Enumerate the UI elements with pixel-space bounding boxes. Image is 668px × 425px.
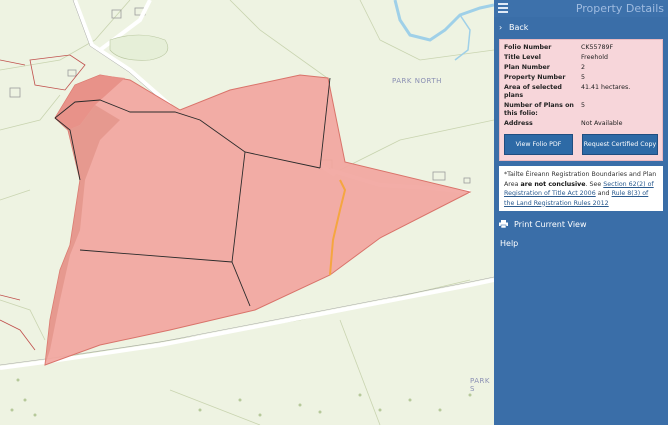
- back-label: Back: [509, 22, 529, 32]
- detail-key: Address: [504, 120, 533, 127]
- detail-key: Title Level: [504, 54, 541, 61]
- map-canvas[interactable]: [0, 0, 494, 425]
- detail-row: Title Level Freehold: [504, 54, 658, 64]
- detail-key: Property Number: [504, 74, 566, 81]
- detail-row: Number of Plans on this folio: 5: [504, 102, 658, 120]
- detail-row: Property Number 5: [504, 74, 658, 84]
- detail-value: 41.41 hectares.: [581, 84, 631, 91]
- request-certified-copy-button[interactable]: Request Certified Copy: [582, 134, 658, 155]
- view-folio-pdf-button[interactable]: View Folio PDF: [504, 134, 573, 155]
- detail-value: Not Available: [581, 120, 623, 127]
- panel-title: Property Details: [575, 2, 664, 15]
- detail-row: Plan Number 2: [504, 64, 658, 74]
- detail-value: 5: [581, 74, 586, 81]
- townland-label-park-north: PARK NORTH: [392, 77, 442, 85]
- panel-header: Property Details: [494, 0, 668, 17]
- detail-row: Address Not Available: [504, 120, 658, 130]
- property-details-panel: Property Details › Back Folio Number CK55…: [494, 0, 668, 425]
- folio-details-table: Folio Number CK55789F Title Level Freehold P…: [504, 44, 658, 130]
- detail-value: Freehold: [581, 54, 608, 61]
- back-button[interactable]: › Back: [494, 17, 668, 37]
- menu-icon[interactable]: [498, 3, 508, 13]
- detail-key: Folio Number: [504, 44, 552, 51]
- detail-value: 2: [581, 64, 586, 71]
- note-bold: are not conclusive: [520, 180, 586, 188]
- folio-details-card: Folio Number CK55789F Title Level Freehold P…: [499, 39, 663, 161]
- disclaimer-note: *Tailte Éireann Registration Boundaries …: [499, 166, 663, 211]
- note-middle: . See: [585, 180, 604, 188]
- detail-key: Plan Number: [504, 64, 550, 71]
- print-current-view-button[interactable]: Print Current View: [494, 214, 668, 234]
- print-label: Print Current View: [514, 219, 587, 229]
- map-view[interactable]: PARK NORTH PARK S: [0, 0, 494, 425]
- note-and: and: [595, 190, 612, 197]
- pond: [109, 34, 169, 61]
- printer-icon: [499, 220, 508, 229]
- chevron-right-icon: ›: [499, 22, 503, 32]
- help-link[interactable]: Help: [494, 234, 668, 252]
- detail-row: Area of selected plans 41.41 hectares.: [504, 84, 658, 102]
- detail-key: Area of selected plans: [504, 84, 562, 99]
- detail-value: CK55789F: [581, 44, 614, 51]
- detail-value: 5: [581, 102, 586, 109]
- detail-row: Folio Number CK55789F: [504, 44, 658, 54]
- townland-label-park-s: PARK S: [470, 377, 491, 393]
- detail-key: Number of Plans on this folio:: [504, 102, 574, 117]
